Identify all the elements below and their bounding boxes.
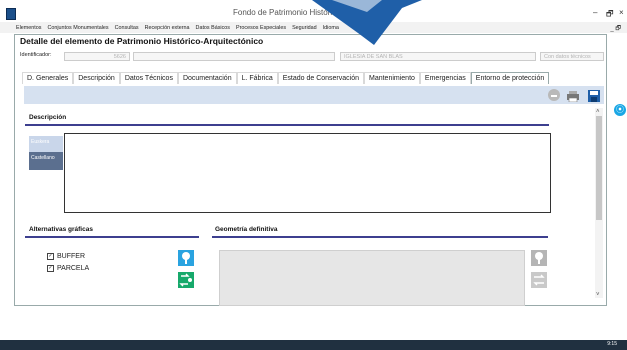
tab-mantenimiento[interactable]: Mantenimiento <box>364 72 420 84</box>
parcela-option[interactable]: ✓ PARCELA <box>47 265 89 272</box>
taskbar-time: 9:15 <box>607 341 617 347</box>
map-pin-disabled-icon[interactable] <box>531 250 547 266</box>
identificador-field[interactable]: 5626 <box>64 52 130 61</box>
tab-entorno-proteccion[interactable]: Entorno de protección <box>470 72 550 84</box>
close-button[interactable]: × <box>619 8 624 17</box>
menu-item-consultas[interactable]: Consultas <box>115 25 139 31</box>
tab-documentacion[interactable]: Documentación <box>177 72 237 84</box>
tab-euskera[interactable]: Euskera <box>29 136 63 152</box>
geometria-title: Geometría definitiva <box>215 226 278 233</box>
menu-item-datos-basicos[interactable]: Datos Básicos <box>196 25 230 31</box>
status-field[interactable]: Con datos técnicos <box>540 52 604 61</box>
descripcion-rule <box>25 124 549 126</box>
toolbar <box>24 86 604 104</box>
buffer-label: BUFFER <box>57 253 85 260</box>
tab-d-generales[interactable]: D. Generales <box>22 72 74 84</box>
tab-strip: D. Generales Descripción Datos Técnicos … <box>22 72 550 84</box>
minimize-button[interactable]: – <box>593 8 597 17</box>
code-field[interactable] <box>133 52 335 61</box>
alternativas-title: Alternativas gráficas <box>29 226 93 233</box>
scrollbar-thumb[interactable] <box>596 116 602 220</box>
maximize-button[interactable]: 🗗 <box>606 8 614 22</box>
identificador-label: Identificador: <box>20 52 52 58</box>
menu-item-recepcion[interactable]: Recepción externa <box>145 25 190 31</box>
alternativas-rule <box>25 236 199 238</box>
assistant-icon[interactable]: ⦿ <box>614 104 626 116</box>
tab-castellano[interactable]: Castellano <box>29 152 63 170</box>
cursor-arrow-icon <box>312 0 422 45</box>
menu-item-conjuntos[interactable]: Conjuntos Monumentales <box>47 25 108 31</box>
tab-descripcion[interactable]: Descripción <box>73 72 120 84</box>
save-icon[interactable] <box>587 89 600 102</box>
geometria-panel <box>219 250 525 306</box>
map-pin-icon[interactable] <box>178 250 194 266</box>
parcela-checkbox[interactable]: ✓ <box>47 265 54 272</box>
menu-item-procesos[interactable]: Procesos Especiales <box>236 25 286 31</box>
descripcion-title: Descripción <box>29 114 67 121</box>
scroll-up-icon[interactable]: ˄ <box>596 109 600 115</box>
taskbar: 9:15 <box>0 340 627 350</box>
buffer-checkbox[interactable]: ✓ <box>47 253 54 260</box>
tab-estado-conservacion[interactable]: Estado de Conservación <box>277 72 364 84</box>
menu-item-elementos[interactable]: Elementos <box>16 25 41 31</box>
scroll-down-icon[interactable]: ˅ <box>596 292 600 298</box>
mdi-window-buttons[interactable]: _ 🗗 <box>610 24 621 34</box>
buffer-option[interactable]: ✓ BUFFER <box>47 253 85 260</box>
swap-disabled-icon[interactable] <box>531 272 547 288</box>
delete-icon[interactable] <box>548 89 560 101</box>
element-name-field[interactable]: IGLESIA DE SAN BLAS <box>340 52 536 61</box>
print-icon[interactable] <box>566 89 579 103</box>
tab-emergencias[interactable]: Emergencias <box>419 72 471 84</box>
geometria-rule <box>212 236 548 238</box>
tab-l-fabrica[interactable]: L. Fábrica <box>236 72 278 84</box>
page-title: Detalle del elemento de Patrimonio Histó… <box>20 36 264 46</box>
route-icon[interactable] <box>178 272 194 288</box>
descripcion-textarea[interactable] <box>64 133 551 213</box>
parcela-label: PARCELA <box>57 265 90 272</box>
tab-datos-tecnicos[interactable]: Datos Técnicos <box>119 72 178 84</box>
